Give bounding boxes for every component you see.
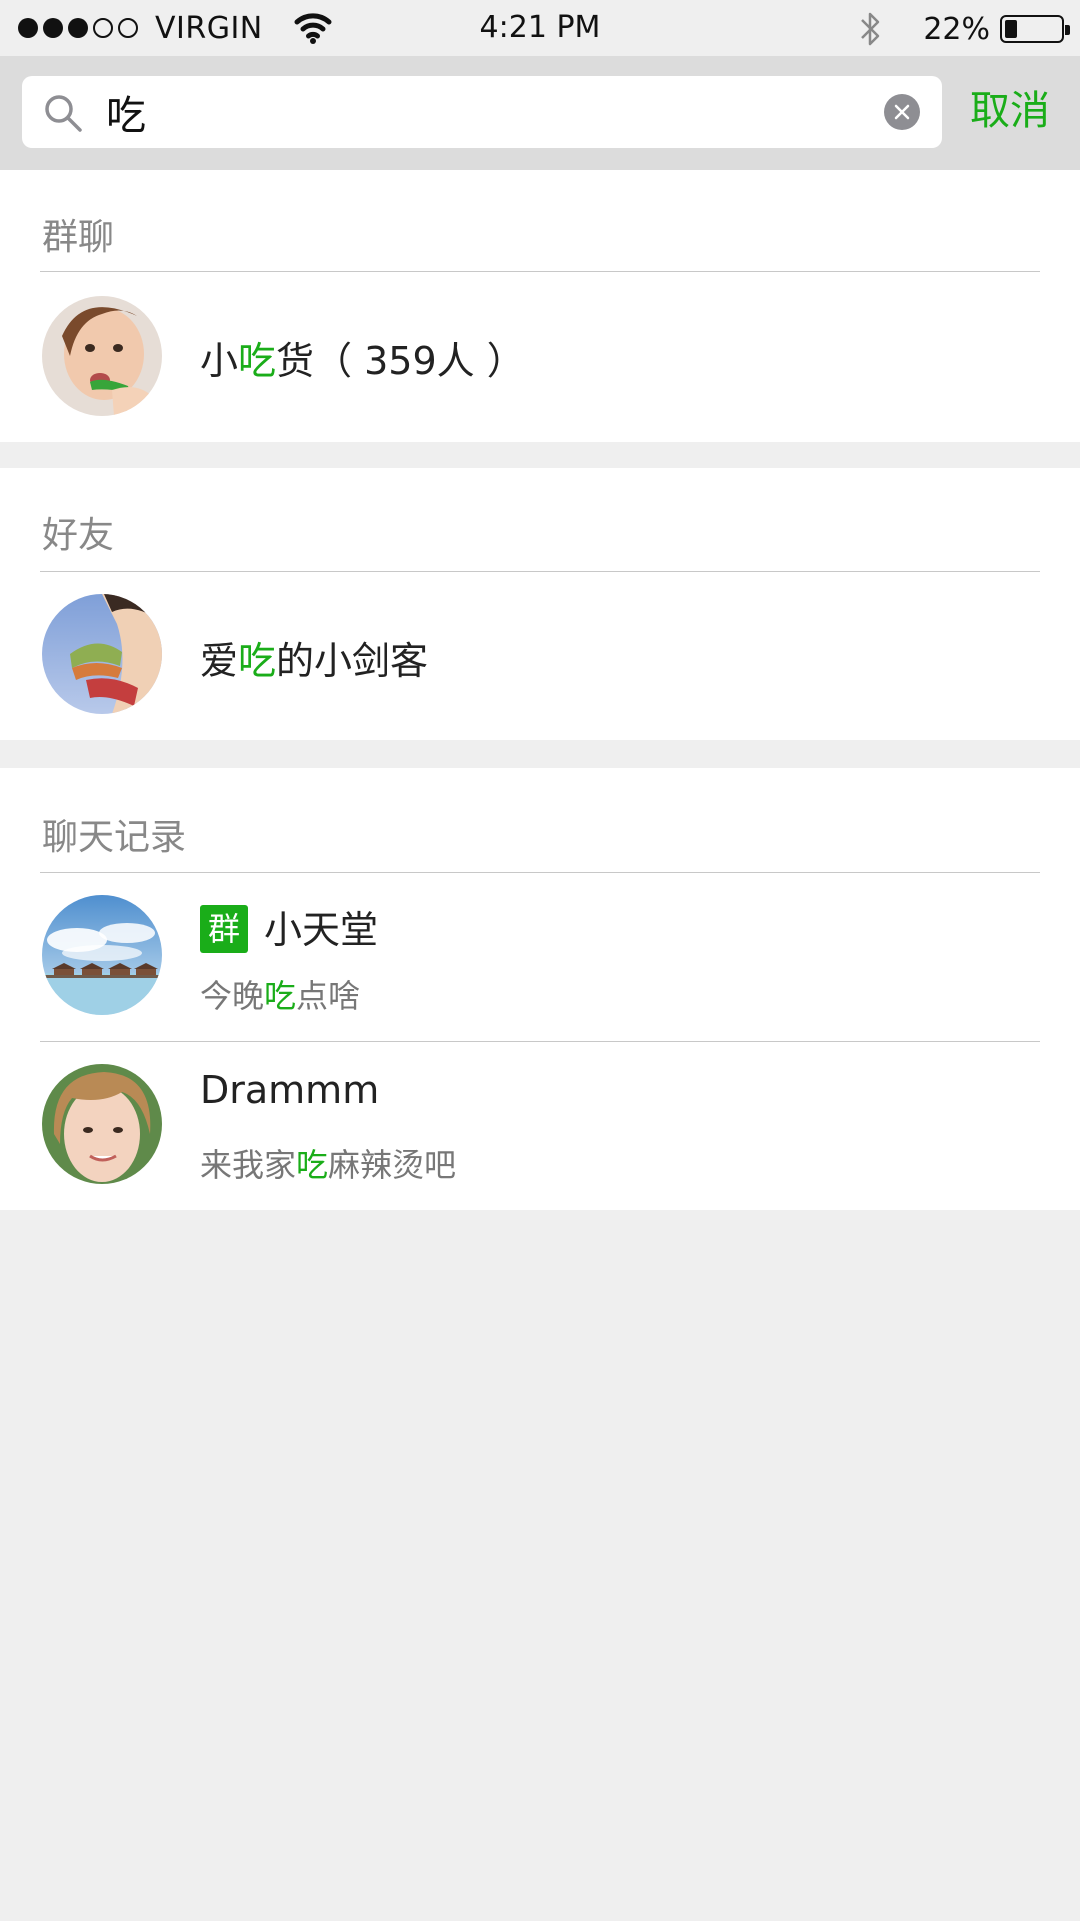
battery-percentage: 22% bbox=[923, 11, 990, 47]
avatar bbox=[42, 1064, 162, 1184]
section-title-groups: 群聊 bbox=[42, 217, 115, 258]
section-title-chat-history: 聊天记录 bbox=[42, 817, 187, 858]
chat-message-preview: 来我家吃麻辣烫吧 bbox=[200, 1146, 457, 1184]
friends-section: 好友 爱吃的小剑客 bbox=[0, 468, 1080, 740]
chat-name: 群小天堂 bbox=[200, 899, 378, 957]
chat-name: Drammm bbox=[200, 1068, 380, 1112]
chat-history-section: 聊天记录 群 小天堂 今晚吃点啥 Drammm 来我家吃麻辣烫吧 bbox=[0, 768, 1080, 1210]
avatar bbox=[42, 895, 162, 1015]
group-name: 小吃货（ 359人 ） bbox=[200, 339, 525, 383]
search-bar: 取消 bbox=[0, 56, 1080, 170]
search-icon bbox=[45, 95, 82, 132]
avatar bbox=[42, 296, 162, 416]
status-bar: VIRGIN 4:21 PM 22% bbox=[0, 0, 1080, 56]
chat-message-preview: 今晚吃点啥 bbox=[200, 977, 361, 1015]
search-box[interactable] bbox=[22, 76, 942, 148]
avatar bbox=[42, 594, 162, 714]
bluetooth-icon bbox=[861, 12, 880, 46]
search-input[interactable] bbox=[104, 82, 884, 142]
battery-icon bbox=[1000, 15, 1070, 43]
group-chats-section: 群聊 小吃货（ 359人 ） bbox=[0, 170, 1080, 442]
close-icon bbox=[894, 104, 910, 120]
chat-history-row[interactable]: 群小天堂 今晚吃点啥 bbox=[0, 873, 1080, 1041]
section-title-friends: 好友 bbox=[42, 515, 115, 556]
friend-result-row[interactable]: 爱吃的小剑客 bbox=[0, 572, 1080, 740]
chat-history-row[interactable]: Drammm 来我家吃麻辣烫吧 bbox=[0, 1042, 1080, 1210]
group-result-row[interactable]: 小吃货（ 359人 ） bbox=[0, 272, 1080, 442]
friend-name: 爱吃的小剑客 bbox=[200, 639, 429, 683]
cancel-button[interactable]: 取消 bbox=[970, 78, 1050, 136]
group-badge: 群 bbox=[200, 904, 248, 953]
clear-search-button[interactable] bbox=[884, 94, 920, 130]
